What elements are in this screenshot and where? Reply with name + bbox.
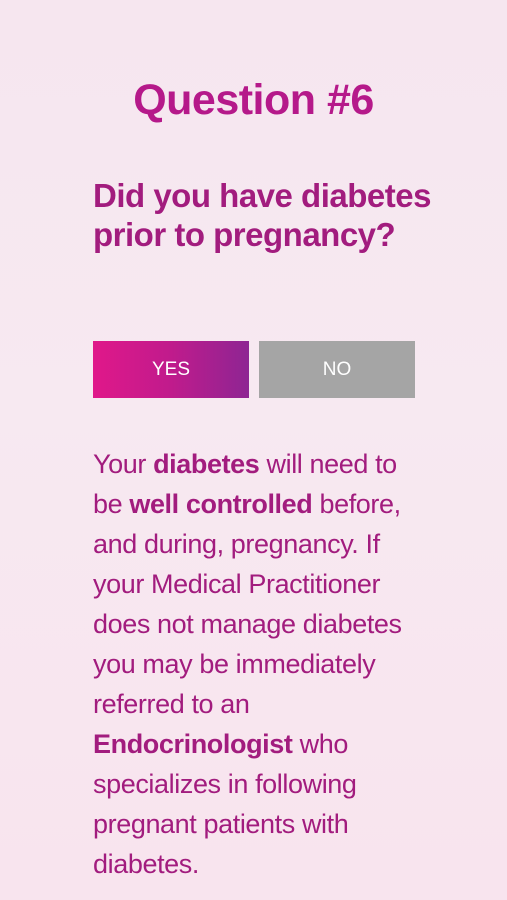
question-text: Did you have diabetes prior to pregnancy… — [93, 177, 431, 253]
info-highlight-diabetes: diabetes — [153, 449, 260, 479]
no-button-label: NO — [322, 358, 352, 380]
info-text: before, and during, pregnancy. If your M… — [93, 489, 402, 719]
answer-buttons: YES NO — [93, 341, 415, 398]
question-number: Question #6 — [133, 76, 374, 124]
yes-button-label: YES — [151, 358, 191, 380]
quiz-screen: Question #6 Did you have diabetes prior … — [0, 0, 507, 900]
yes-button[interactable]: YES — [93, 341, 249, 398]
info-highlight-endocrinologist: Endocrinologist — [93, 729, 293, 759]
info-highlight-well-controlled: well controlled — [129, 489, 313, 519]
no-button[interactable]: NO — [259, 341, 415, 398]
info-text: Your — [93, 449, 154, 479]
info-paragraph: Your diabetes will need to be well contr… — [93, 444, 433, 884]
